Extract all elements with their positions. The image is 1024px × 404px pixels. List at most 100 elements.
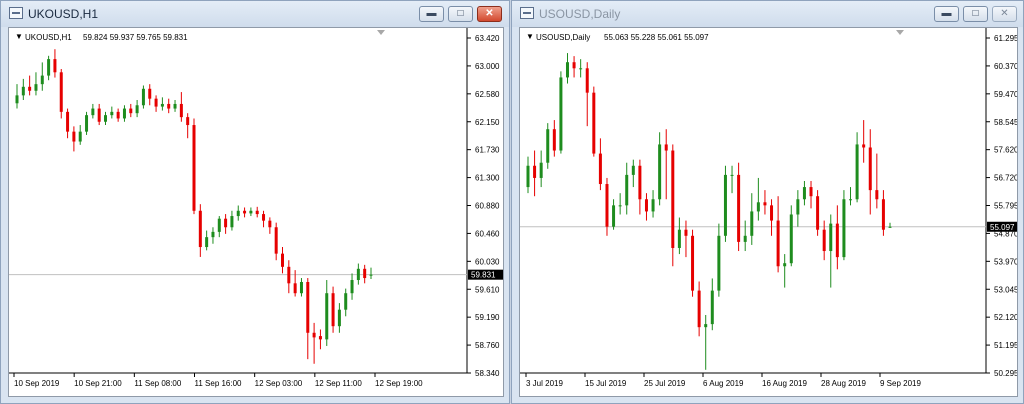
candle-body [85,115,89,132]
candle-body [684,229,688,236]
candle-body [363,268,367,279]
time-tick-label: 25 Jul 2019 [644,379,686,388]
window-title: USOUSD,Daily [539,7,621,21]
chart-ohlc-readout: 55.063 55.228 55.061 55.097 [604,33,709,42]
maximize-button[interactable]: □ [963,6,988,22]
candle-body [875,190,879,200]
candle-body [770,205,774,221]
candle-body [312,332,316,338]
price-tick-label: 60.030 [475,257,500,266]
candle-body [129,108,133,114]
current-price-label: 55.097 [990,223,1015,232]
candle-body [750,211,754,236]
candle-body [28,86,32,91]
candle-body [651,199,655,212]
price-tick-label: 61.730 [475,146,500,155]
maximize-button[interactable]: □ [448,6,473,22]
candle-body [631,165,635,175]
time-tick-label: 12 Sep 19:00 [375,379,423,388]
candle-body [658,144,662,200]
candle-body [809,187,813,197]
candle-body [849,199,853,201]
candle-body [664,144,668,151]
candle-body [776,220,780,267]
price-tick-label: 58.545 [994,118,1018,127]
candle-body [350,280,354,294]
close-button[interactable]: ✕ [992,6,1017,22]
candle-body [141,88,145,106]
candle-body [97,108,101,122]
candle-body [66,111,70,132]
time-tick-label: 9 Sep 2019 [880,379,921,388]
candle-body [192,125,196,211]
minimize-button[interactable]: ▬ [934,6,959,22]
candle-body [148,88,152,99]
price-tick-label: 56.720 [994,174,1018,183]
candle-body [612,205,616,227]
time-tick-label: 12 Sep 11:00 [315,379,363,388]
chart-window-usousd[interactable]: USOUSD,Daily ▬ □ ✕ ▼ USOUSD,Daily 55.063… [511,0,1024,404]
current-price-label: 59.831 [471,271,496,280]
time-tick-label: 28 Aug 2019 [821,379,866,388]
chart-window-ukousd[interactable]: UKOUSD,H1 ▬ □ ✕ ▼ UKOUSD,H1 59.824 59.93… [0,0,510,404]
time-tick-label: 15 Jul 2019 [585,379,627,388]
price-chart-ukousd[interactable]: ▼ UKOUSD,H1 59.824 59.937 59.765 59.831 … [8,27,504,397]
window-titlebar[interactable]: UKOUSD,H1 ▬ □ ✕ [1,1,509,27]
candle-body [868,147,872,191]
window-title: UKOUSD,H1 [28,7,99,21]
candle-body [789,214,793,264]
time-tick-label: 10 Sep 21:00 [74,379,122,388]
candle-body [565,62,569,78]
time-tick-label: 10 Sep 2019 [14,379,60,388]
minimize-button[interactable]: ▬ [419,6,444,22]
chart-header-arrow-icon: ▼ [526,32,534,41]
candle-body [356,268,360,281]
candle-body [122,108,126,119]
price-tick-label: 58.340 [475,369,500,378]
candle-body [697,290,701,328]
candle-body [816,196,820,230]
price-tick-label: 58.760 [475,341,500,350]
candle-body [40,75,44,85]
candle-body [173,103,177,109]
candle-body [110,111,114,116]
candle-body [135,105,139,114]
candle-body [116,111,120,119]
candle-body [737,174,741,242]
window-titlebar[interactable]: USOUSD,Daily ▬ □ ✕ [512,1,1023,27]
price-tick-label: 52.120 [994,313,1018,322]
chart-shift-marker-icon [377,30,385,35]
candle-body [717,235,721,291]
candle-body [243,210,247,214]
candle-body [249,210,253,214]
chart-window-icon [520,7,534,19]
candle-body [236,210,240,217]
candle-body [287,266,291,284]
candle-body [186,117,190,126]
candle-body [677,229,681,248]
candle-body [78,131,82,142]
chart-ohlc-readout: 59.824 59.937 59.765 59.831 [83,33,188,42]
candle-body [369,274,373,276]
candle-body [325,293,329,340]
price-tick-label: 61.300 [475,174,500,183]
candle-body [47,59,51,76]
candle-body [730,174,734,176]
candle-body [835,223,839,258]
candle-body [205,237,209,248]
price-tick-label: 53.045 [994,285,1018,294]
price-chart-usousd[interactable]: ▼ USOUSD,Daily 55.063 55.228 55.061 55.0… [519,27,1018,397]
candle-body [842,199,846,258]
time-tick-label: 16 Aug 2019 [762,379,807,388]
chart-shift-marker-icon [896,30,904,35]
price-tick-label: 63.420 [475,34,500,43]
price-tick-label: 60.460 [475,229,500,238]
chart-symbol-label: USOUSD,Daily [536,33,590,42]
close-button[interactable]: ✕ [477,6,502,22]
candle-body [572,62,576,69]
candle-body [862,144,866,148]
candle-body [160,103,164,107]
time-tick-label: 12 Sep 03:00 [255,379,303,388]
price-tick-label: 59.470 [994,90,1018,99]
candle-body [281,253,284,267]
